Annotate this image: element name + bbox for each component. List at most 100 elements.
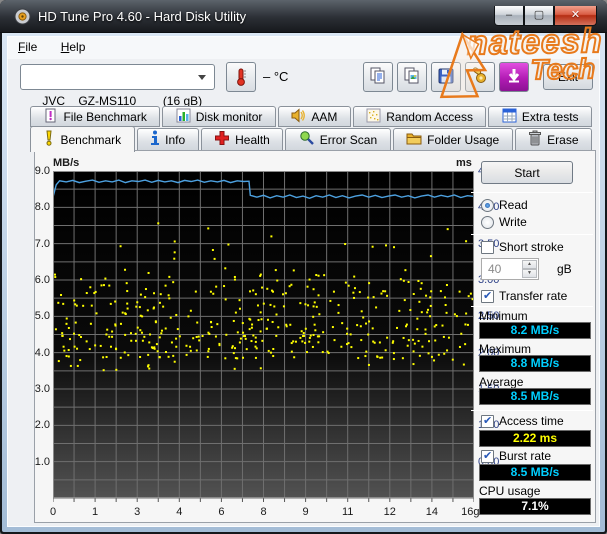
disk-monitor-icon — [176, 108, 191, 126]
tab-label: Erase — [547, 132, 579, 147]
tab-label: Error Scan — [319, 132, 378, 147]
y-axis-tick-left: 2.0 — [34, 419, 50, 432]
x-axis-tick: 0 — [49, 506, 57, 518]
app-icon — [14, 8, 31, 25]
tab-label: Benchmark — [60, 132, 122, 147]
x-axis-tick: 8 — [260, 506, 267, 518]
tab-row-secondary: File Benchmark Disk monitor AAM Random Acce… — [30, 106, 593, 127]
speaker-icon — [291, 107, 306, 126]
spinner-up-icon[interactable]: ▲ — [522, 260, 537, 269]
y-axis-tick-left: 7.0 — [34, 237, 50, 250]
tab-erase[interactable]: Erase — [514, 128, 592, 151]
access-time-checkbox[interactable] — [481, 414, 494, 428]
tab-aam[interactable]: AAM — [277, 106, 351, 127]
burst-rate-label: Burst rate — [499, 449, 552, 463]
average-value: 8.5 MB/s — [479, 388, 591, 405]
tab-info[interactable]: Info — [136, 128, 199, 151]
capacity-unit-label: gB — [557, 262, 572, 276]
save-button[interactable] — [431, 62, 461, 92]
write-radio-label: Write — [499, 215, 527, 229]
options-button[interactable] — [465, 62, 495, 92]
tab-folder-usage[interactable]: Folder Usage — [392, 128, 513, 151]
magnifier-icon — [299, 130, 315, 149]
file-benchmark-icon — [43, 108, 58, 126]
thermometer-icon — [237, 68, 246, 86]
window-title: HD Tune Pro 4.60 - Hard Disk Utility — [38, 9, 247, 24]
tab-label: Disk monitor — [195, 109, 263, 124]
copy-button[interactable] — [363, 62, 393, 92]
tab-disk-monitor[interactable]: Disk monitor — [162, 106, 276, 127]
tab-extra-tests[interactable]: Extra tests — [488, 106, 593, 127]
write-radio[interactable] — [481, 215, 494, 229]
options-icon — [471, 66, 489, 88]
x-axis-tick: 4 — [176, 506, 183, 518]
title-bar[interactable]: HD Tune Pro 4.60 - Hard Disk Utility – ▢… — [0, 0, 607, 33]
capacity-spinner[interactable]: 40 ▲ ▼ — [481, 258, 539, 280]
tab-label: File Benchmark — [63, 109, 147, 124]
app-window: HD Tune Pro 4.60 - Hard Disk Utility – ▢… — [0, 0, 607, 534]
close-button[interactable]: ✕ — [554, 6, 597, 26]
copy-icon — [369, 67, 387, 88]
folder-icon — [406, 131, 422, 148]
minimize-button[interactable]: – — [494, 6, 524, 26]
separator — [471, 192, 593, 193]
read-radio[interactable] — [481, 198, 494, 212]
tab-benchmark[interactable]: Benchmark — [30, 126, 135, 152]
short-stroke-checkbox[interactable] — [481, 240, 494, 254]
access-time-row[interactable]: Access time — [481, 414, 564, 428]
left-axis-unit-label: MB/s — [53, 157, 80, 169]
y-axis-tick-left: 8.0 — [34, 201, 50, 214]
burst-rate-row[interactable]: Burst rate — [481, 449, 551, 463]
chevron-down-icon — [198, 75, 206, 80]
x-axis-tick: 9 — [302, 506, 309, 518]
tab-error-scan[interactable]: Error Scan — [285, 128, 391, 151]
read-radio-label: Read — [499, 198, 528, 212]
y-axis-tick-left: 4.0 — [34, 346, 50, 359]
trash-icon — [528, 130, 542, 149]
burst-rate-checkbox[interactable] — [481, 449, 494, 463]
average-label: Average — [479, 375, 524, 389]
minimum-label: Minimum — [479, 309, 528, 323]
drive-select-dropdown[interactable]: JVC GZ-MS110 (16 gB) — [20, 64, 215, 108]
short-stroke-label: Short stroke — [499, 240, 564, 254]
read-radio-row[interactable]: Read — [481, 198, 528, 212]
temperature-button[interactable] — [226, 62, 256, 92]
cpu-usage-label: CPU usage — [479, 484, 541, 498]
maximum-label: Maximum — [479, 342, 532, 356]
transfer-rate-checkbox[interactable] — [481, 289, 494, 303]
temperature-value: – °C — [263, 69, 289, 84]
copy-image-button[interactable] — [397, 62, 427, 92]
tab-file-benchmark[interactable]: File Benchmark — [30, 106, 161, 127]
random-access-icon — [366, 108, 381, 126]
start-button[interactable]: Start — [481, 161, 573, 184]
separator — [471, 410, 593, 411]
y-axis-tick-left: 5.0 — [34, 310, 50, 323]
transfer-rate-row[interactable]: Transfer rate — [481, 289, 567, 303]
download-icon — [505, 67, 523, 88]
transfer-rate-label: Transfer rate — [499, 289, 568, 303]
menu-file[interactable]: File — [8, 37, 47, 57]
separator — [471, 306, 593, 307]
menu-help[interactable]: Help — [51, 37, 96, 57]
x-axis-tick: 14 — [425, 506, 439, 518]
exit-button[interactable]: Exit — [543, 64, 593, 90]
maximize-button[interactable]: ▢ — [524, 6, 554, 26]
spinner-down-icon[interactable]: ▼ — [522, 269, 537, 278]
benchmark-chart — [53, 171, 474, 502]
short-stroke-row[interactable]: Short stroke — [481, 240, 564, 254]
maximum-value: 8.8 MB/s — [479, 355, 591, 372]
capacity-value: 40 — [488, 262, 502, 276]
tab-health[interactable]: Health — [200, 128, 284, 151]
x-axis-tick: 6 — [218, 506, 225, 518]
y-axis-tick-left: 3.0 — [34, 383, 50, 395]
y-axis-tick-left: 1.0 — [34, 455, 50, 468]
tab-random-access[interactable]: Random Access — [352, 106, 487, 127]
benchmark-tab-page: 9.08.07.06.05.04.03.02.01.04.504.003.503… — [34, 150, 596, 523]
x-axis-tick: 3 — [134, 506, 141, 518]
download-button[interactable] — [499, 62, 529, 92]
extra-tests-icon — [502, 108, 517, 126]
write-radio-row[interactable]: Write — [481, 215, 527, 229]
tab-label: Random Access — [386, 109, 473, 124]
menu-bar: File Help — [8, 37, 599, 59]
y-axis-tick-left: 6.0 — [34, 274, 50, 286]
